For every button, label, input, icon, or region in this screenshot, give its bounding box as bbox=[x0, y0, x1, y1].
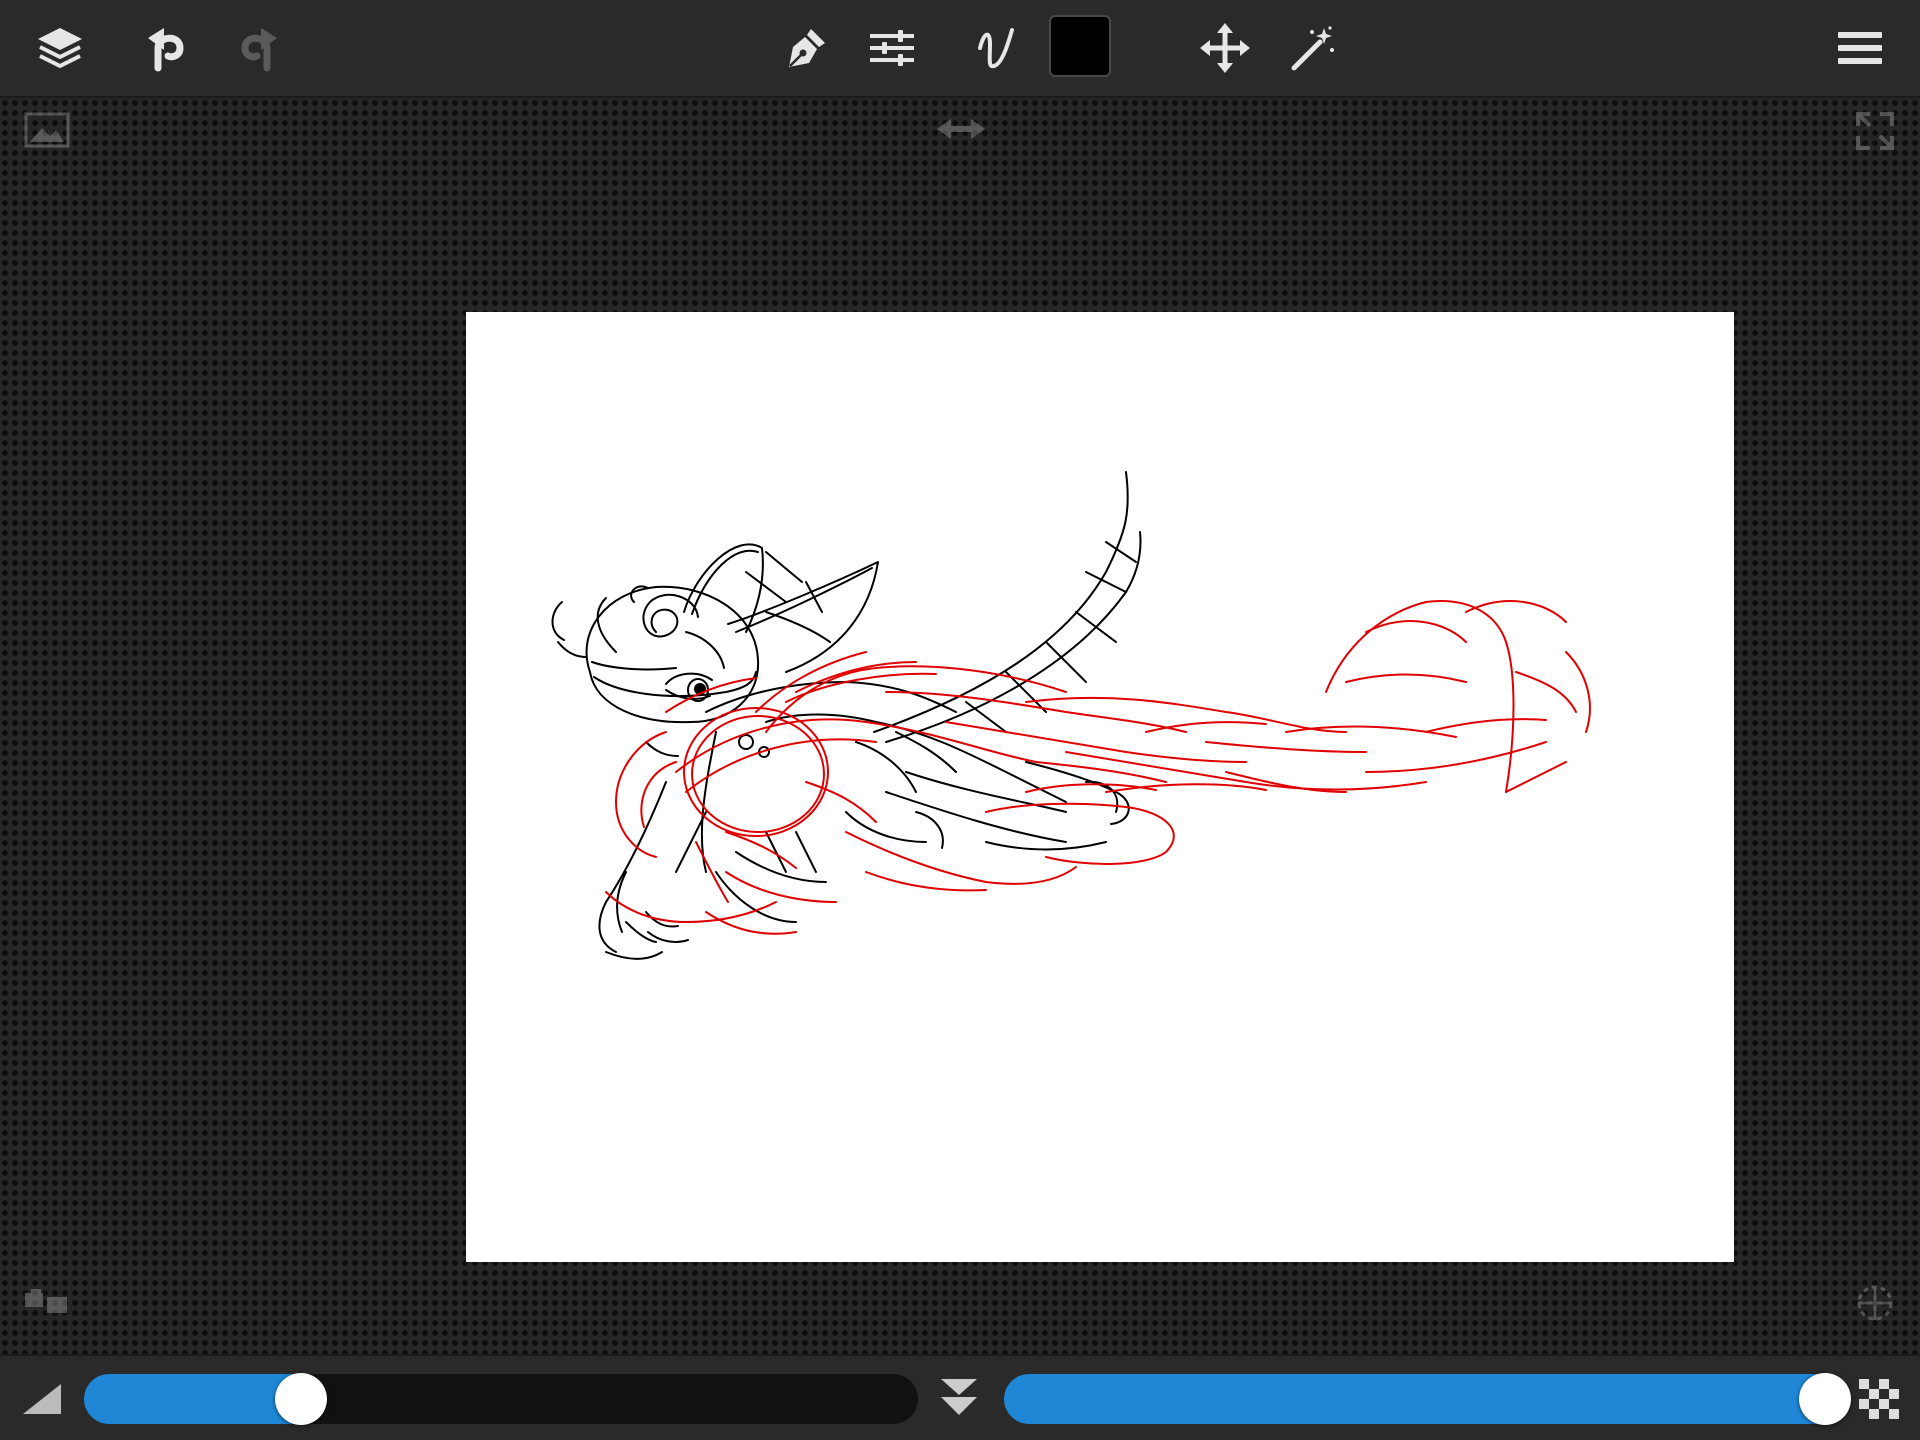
move-icon bbox=[1200, 23, 1250, 73]
workspace[interactable] bbox=[0, 98, 1920, 1354]
opacity-fill bbox=[1004, 1374, 1845, 1424]
drawing-canvas[interactable] bbox=[466, 312, 1734, 1262]
top-toolbar bbox=[0, 0, 1920, 98]
brush-size-thumb[interactable] bbox=[275, 1373, 327, 1425]
menu-button[interactable] bbox=[1826, 14, 1894, 82]
magic-wand-icon bbox=[1288, 24, 1336, 72]
fullscreen-icon[interactable] bbox=[1852, 108, 1898, 154]
undo-icon bbox=[144, 24, 188, 72]
transform-button[interactable] bbox=[1191, 14, 1259, 82]
undo-button[interactable] bbox=[132, 14, 200, 82]
layers-button[interactable] bbox=[26, 14, 94, 82]
pen-tool-button[interactable] bbox=[772, 14, 840, 82]
opacity-slider[interactable] bbox=[1004, 1373, 1851, 1425]
reference-image-icon[interactable] bbox=[22, 110, 72, 150]
sketch-artwork bbox=[551, 471, 1591, 960]
pen-nib-icon bbox=[783, 25, 829, 71]
menu-icon bbox=[1838, 31, 1882, 65]
brush-size-icon bbox=[18, 1376, 66, 1422]
opacity-checker-icon bbox=[1856, 1376, 1902, 1422]
collapse-button[interactable] bbox=[934, 1374, 984, 1424]
flip-horizontal-icon[interactable] bbox=[935, 114, 987, 144]
brush-stroke-icon bbox=[974, 24, 1018, 72]
selection-button[interactable] bbox=[1278, 14, 1346, 82]
drawing-app bbox=[0, 0, 1920, 1440]
layer-thumbnails-icon[interactable] bbox=[22, 1284, 72, 1320]
black-sketch-layer bbox=[551, 471, 1142, 960]
stroke-style-button[interactable] bbox=[962, 14, 1030, 82]
brush-settings-button[interactable] bbox=[858, 14, 926, 82]
bottom-bar bbox=[0, 1354, 1920, 1440]
layers-icon bbox=[36, 26, 84, 70]
redo-icon bbox=[237, 24, 281, 72]
opacity-thumb[interactable] bbox=[1799, 1373, 1851, 1425]
sliders-icon bbox=[868, 28, 916, 68]
color-swatch[interactable] bbox=[1049, 15, 1111, 77]
redo-button[interactable] bbox=[225, 14, 293, 82]
collapse-icon bbox=[939, 1375, 979, 1423]
brush-size-slider[interactable] bbox=[84, 1373, 918, 1425]
symmetry-icon[interactable] bbox=[1852, 1280, 1898, 1326]
red-sketch-layer bbox=[605, 600, 1591, 935]
